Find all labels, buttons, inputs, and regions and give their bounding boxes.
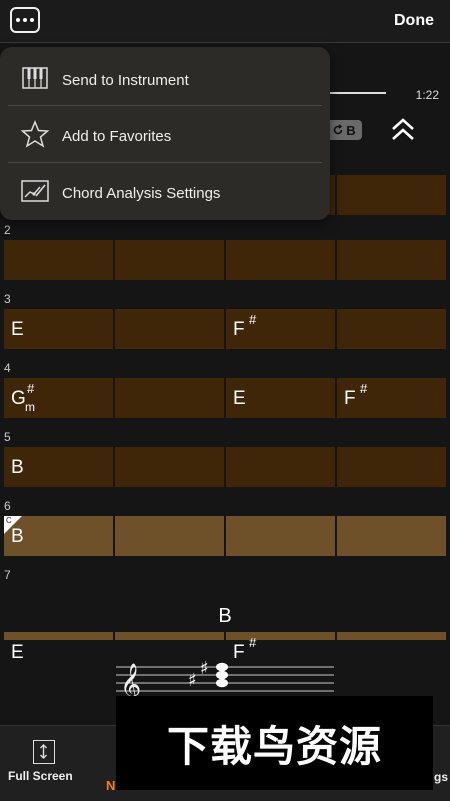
chord-cell[interactable] <box>115 447 224 487</box>
chord-name: E <box>11 642 24 664</box>
toolbar-n-label[interactable]: N <box>106 778 115 793</box>
menu-item-send-to-instrument[interactable]: Send to Instrument <box>0 50 330 106</box>
sharp-symbol: # <box>360 381 368 396</box>
full-screen-label: Full Screen <box>8 769 73 783</box>
chord-name: F # <box>344 381 367 410</box>
chord-cell[interactable] <box>337 632 446 640</box>
more-dot <box>23 18 27 22</box>
chord-cell[interactable] <box>337 516 446 556</box>
top-bar: Done <box>0 0 450 43</box>
chord-root: E <box>11 319 24 340</box>
current-chord: B <box>218 605 232 627</box>
chord-name: F # <box>233 312 256 341</box>
chord-cell[interactable] <box>4 240 113 280</box>
rotate-icon <box>334 124 343 135</box>
chord-cell[interactable] <box>337 175 446 215</box>
chord-cell[interactable]: BC <box>4 516 113 556</box>
menu-item-label: Send to Instrument <box>62 72 189 89</box>
chord-cell[interactable] <box>226 447 335 487</box>
measure-number: 2 <box>4 223 11 237</box>
sharp-symbol: # <box>249 635 257 650</box>
measure-number: 7 <box>4 568 11 582</box>
chord-cell[interactable]: F # <box>226 309 335 349</box>
chord-root: F <box>344 388 356 409</box>
menu-item-chord-analysis-settings[interactable]: Chord Analysis Settings <box>0 163 330 219</box>
playback-time: 1:22 <box>415 88 439 102</box>
chord-name: E <box>11 319 24 341</box>
sharp-symbol: # <box>249 312 257 327</box>
key-label: B <box>346 122 356 138</box>
minor-symbol: m <box>25 400 35 414</box>
chord-cell[interactable] <box>337 309 446 349</box>
chord-cell[interactable] <box>115 378 224 418</box>
chord-cell[interactable]: E <box>4 309 113 349</box>
chord-root: E <box>233 388 246 409</box>
chord-root: B <box>11 457 24 478</box>
chord-cell[interactable]: F # <box>226 632 335 663</box>
chord-name: E <box>233 388 246 410</box>
measure-number: 4 <box>4 361 11 375</box>
chord-cell[interactable] <box>115 309 224 349</box>
chord-cell[interactable]: F # <box>337 378 446 418</box>
chord-cell[interactable]: G # m <box>4 378 113 418</box>
svg-text:♯: ♯ <box>200 658 209 679</box>
chord-cell[interactable] <box>226 240 335 280</box>
chord-cell[interactable]: B <box>4 447 113 487</box>
chord-cell[interactable] <box>337 240 446 280</box>
chord-name: G # m <box>11 381 35 414</box>
measure-number: 3 <box>4 292 11 306</box>
full-screen-icon <box>33 740 55 764</box>
more-menu-popup: Send to Instrument Add to Favorites Chor… <box>0 47 330 220</box>
menu-item-label: Add to Favorites <box>62 128 172 145</box>
sharp-symbol: # <box>27 381 35 396</box>
menu-item-add-to-favorites[interactable]: Add to Favorites <box>0 106 330 162</box>
chord-cell[interactable]: E <box>4 632 113 663</box>
chord-cell[interactable] <box>115 516 224 556</box>
chord-cell[interactable] <box>115 240 224 280</box>
double-chevron-up-icon[interactable] <box>389 116 417 144</box>
more-dot <box>30 18 34 22</box>
svg-text:♯: ♯ <box>188 670 197 691</box>
chord-root: G <box>11 388 26 409</box>
chord-root: F <box>233 319 245 340</box>
chord-cell[interactable]: E <box>226 378 335 418</box>
piano-keyboard-icon <box>22 67 48 89</box>
section-marker-label: C <box>6 516 12 525</box>
settings-label[interactable]: gs <box>434 770 448 784</box>
measure-number: 6 <box>4 499 11 513</box>
measure-number: 5 <box>4 430 11 444</box>
watermark-overlay: 下载鸟资源 <box>116 696 433 790</box>
chord-cell[interactable] <box>115 632 224 640</box>
chord-analysis-settings-icon <box>21 180 49 202</box>
more-menu-button[interactable] <box>10 7 40 33</box>
chord-cell[interactable] <box>337 447 446 487</box>
star-icon <box>20 120 50 148</box>
chord-name: B <box>11 457 24 479</box>
more-dots-icon <box>16 18 20 22</box>
chord-root: E <box>11 642 24 663</box>
menu-item-label: Chord Analysis Settings <box>62 185 221 202</box>
done-button[interactable]: Done <box>394 12 434 30</box>
key-button[interactable]: B <box>326 120 362 140</box>
chord-cell[interactable] <box>226 516 335 556</box>
